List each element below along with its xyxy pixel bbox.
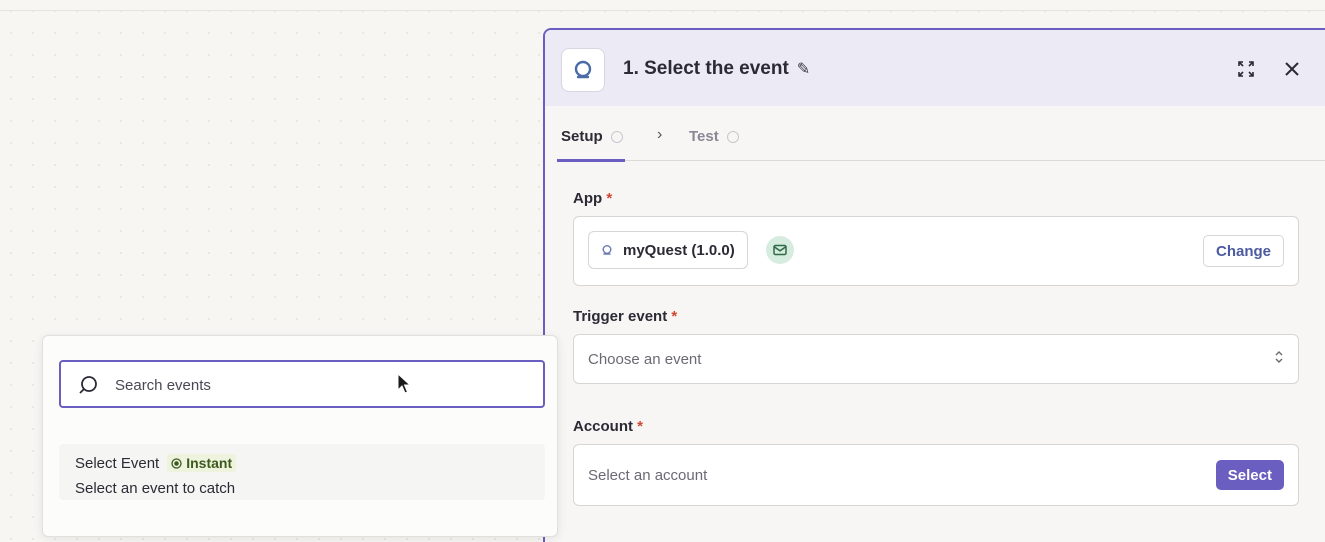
app-logo: [561, 48, 605, 92]
tab-test[interactable]: Test: [689, 128, 739, 145]
setup-status-icon: [610, 130, 623, 143]
active-tab-indicator: [557, 159, 625, 162]
required-marker: *: [637, 418, 644, 435]
account-field-label: Account *: [573, 418, 643, 435]
panel-title-text: 1. Select the event: [623, 58, 789, 79]
expand-button[interactable]: [1233, 56, 1259, 82]
list-item[interactable]: Select Event Instant Select an event to …: [59, 444, 545, 500]
panel-header: 1. Select the event ✎: [545, 30, 1325, 106]
event-title-text: Select Event: [75, 454, 160, 472]
up-down-chevron-icon: [1274, 348, 1284, 370]
search-icon: [79, 376, 97, 394]
quest-logo-icon: [574, 60, 592, 79]
trigger-event-select[interactable]: Choose an event: [573, 334, 1299, 384]
expand-icon: [1238, 61, 1254, 77]
edit-pencil-icon[interactable]: ✎: [797, 59, 810, 79]
search-events-box[interactable]: [59, 360, 545, 408]
trigger-label-text: Trigger event: [573, 308, 668, 325]
close-icon: [1285, 62, 1299, 76]
panel-title: 1. Select the event ✎: [623, 58, 810, 80]
account-placeholder: Select an account: [588, 466, 708, 484]
event-option-description: Select an event to catch: [75, 480, 236, 497]
chevron-right-icon: ›: [657, 126, 663, 143]
tab-setup-label: Setup: [561, 128, 603, 145]
event-option-title: Select Event Instant: [75, 454, 237, 472]
step-tabs: Setup › Test: [557, 106, 1325, 162]
account-label-text: Account: [573, 418, 633, 435]
app-label-text: App: [573, 190, 603, 207]
account-field: Select an account Select: [573, 444, 1299, 506]
trigger-field-label: Trigger event *: [573, 308, 677, 325]
instant-badge-label: Instant: [186, 455, 233, 471]
select-account-button[interactable]: Select: [1215, 460, 1284, 490]
mail-icon: [773, 244, 787, 256]
app-field-label: App *: [573, 190, 612, 207]
app-chip: myQuest (1.0.0): [588, 231, 748, 269]
app-name: myQuest (1.0.0): [623, 241, 735, 259]
mouse-cursor-icon: [397, 373, 411, 394]
instant-badge: Instant: [167, 454, 237, 472]
required-marker: *: [671, 308, 678, 325]
instant-icon: [171, 457, 182, 469]
change-app-button[interactable]: Change: [1202, 235, 1284, 267]
app-field: myQuest (1.0.0) Change: [573, 216, 1299, 286]
tab-test-label: Test: [689, 128, 719, 145]
search-input[interactable]: [113, 372, 537, 398]
required-marker: *: [606, 190, 613, 207]
step-editor-panel: 1. Select the event ✎ Setup › Test App *…: [543, 28, 1325, 542]
test-status-icon: [726, 130, 739, 143]
trigger-placeholder: Choose an event: [588, 350, 702, 368]
quest-small-icon: [602, 245, 612, 255]
event-dropdown: Select Event Instant Select an event to …: [42, 335, 558, 537]
close-button[interactable]: [1279, 56, 1305, 82]
email-app-badge: [766, 236, 794, 264]
top-divider: [0, 10, 1325, 11]
tab-setup[interactable]: Setup: [561, 128, 623, 145]
